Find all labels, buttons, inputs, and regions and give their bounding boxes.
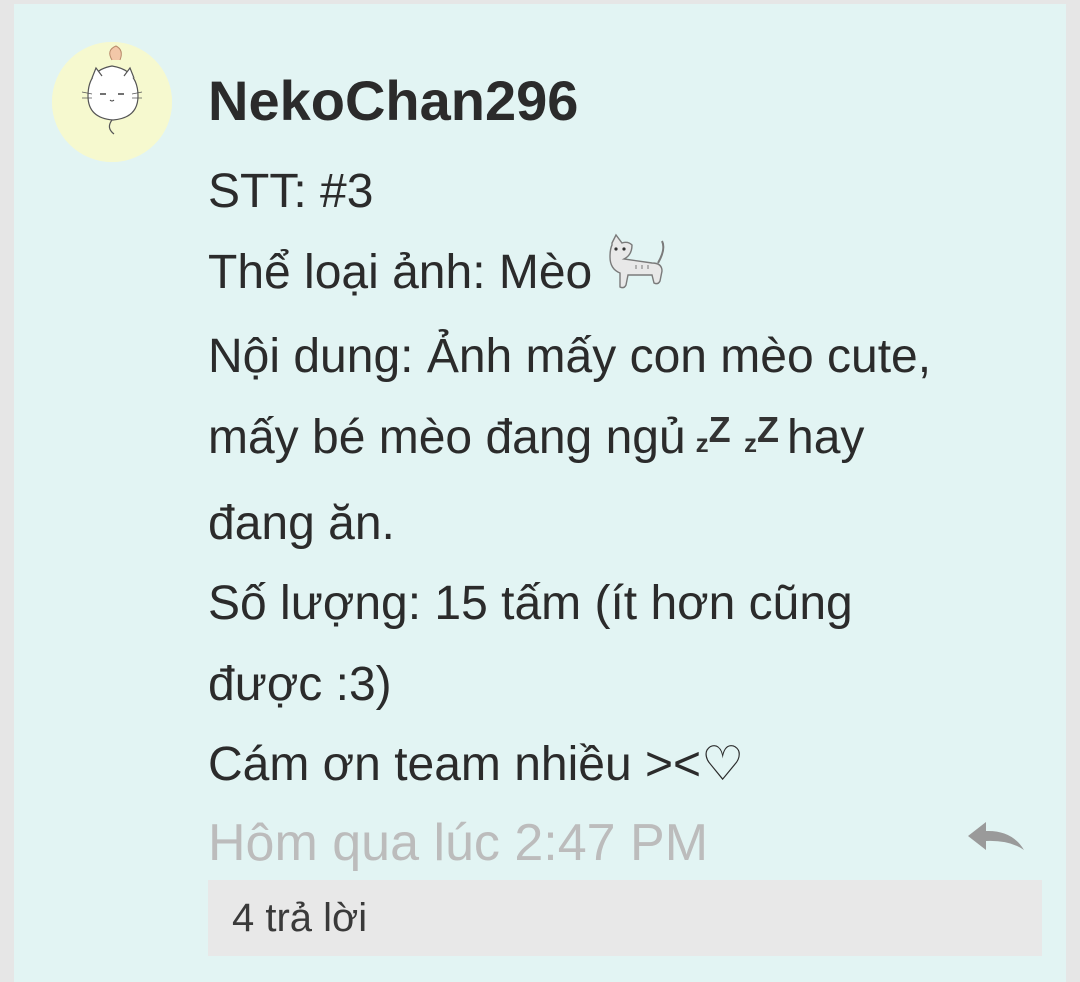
category-text: Thể loại ảnh: Mèo xyxy=(208,245,593,299)
thanks-line: Cám ơn team nhiều ><♡ xyxy=(208,725,1048,806)
content-line-1: Nội dung: Ảnh mấy con mèo cute, xyxy=(208,317,1048,398)
content-text-3: đang ăn. xyxy=(208,496,395,550)
thanks-text: Cám ơn team nhiều ><♡ xyxy=(208,738,745,792)
quantity-text-2: được :3) xyxy=(208,657,392,711)
reply-count-button[interactable]: 4 trả lời xyxy=(208,880,1042,956)
cat-avatar-icon[interactable] xyxy=(52,42,172,162)
content-line-2: mấy bé mèo đang ngủ zZ zZ hay xyxy=(208,397,1048,484)
comment-body: STT: #3 Thể loại ảnh: Mèo Nội dung: Ảnh … xyxy=(208,152,1048,806)
category-line: Thể loại ảnh: Mèo xyxy=(208,233,1048,317)
stt-line: STT: #3 xyxy=(208,152,1048,233)
zzz-big-1: Z xyxy=(708,409,731,451)
timestamp: Hôm qua lúc 2:47 PM xyxy=(208,814,709,872)
quantity-line-1: Số lượng: 15 tấm (ít hơn cũng xyxy=(208,564,1048,645)
comment-card: NekoChan296 STT: #3 Thể loại ảnh: Mèo Nộ… xyxy=(14,4,1066,982)
content-text-2a: mấy bé mèo đang ngủ xyxy=(208,411,686,464)
zzz-small-1: z xyxy=(695,428,709,459)
zzz-big-2: Z xyxy=(757,409,779,451)
content-line-3: đang ăn. xyxy=(208,484,1048,565)
zzz-small-2: z xyxy=(744,428,757,459)
content-text-2b: hay xyxy=(787,411,865,464)
stt-text: STT: #3 xyxy=(208,165,374,218)
quantity-text-1: Số lượng: 15 tấm (ít hơn cũng xyxy=(208,577,853,631)
username[interactable]: NekoChan296 xyxy=(208,66,578,136)
quantity-line-2: được :3) xyxy=(208,645,1048,726)
zzz-icon: zZ zZ xyxy=(696,397,779,484)
reply-arrow-icon[interactable] xyxy=(964,816,1028,860)
content-text-1: Nội dung: Ảnh mấy con mèo cute, xyxy=(208,329,932,383)
cat-emoji-icon xyxy=(602,233,666,317)
